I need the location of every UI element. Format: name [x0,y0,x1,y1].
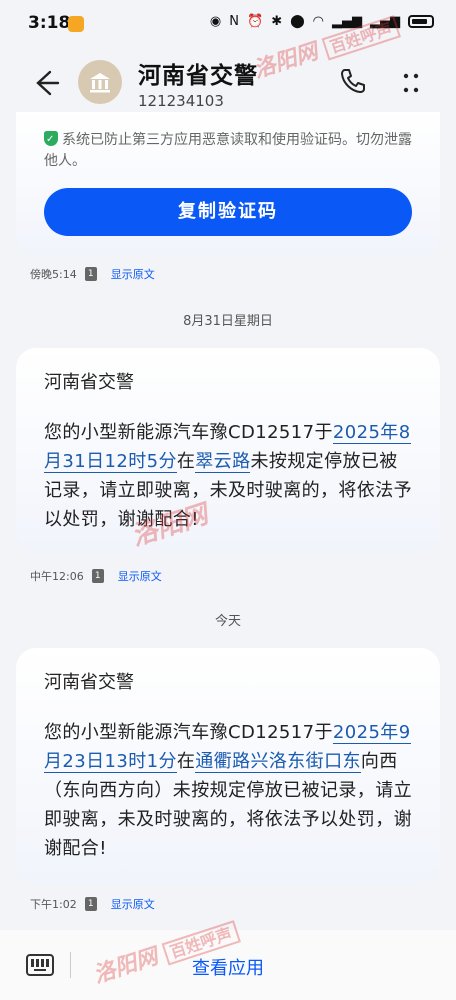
conversation-header: 河南省交警 121234103 [0,48,456,118]
message-meta-1: 傍晚5:14 1 显示原文 [30,266,155,282]
more-options-icon[interactable] [396,68,426,98]
wifi-icon: ◠ [312,14,324,29]
message-text: 您的小型新能源汽车豫CD12517于 [44,722,333,743]
alarm-icon: ⏰ [247,14,264,29]
sim-badge: 1 [84,267,97,281]
contact-number: 121234103 [138,92,224,110]
sim-badge: 1 [91,569,104,583]
location-link[interactable]: 通衢路兴洛东街口东 [195,751,361,773]
message-meta-2: 中午12:06 1 显示原文 [30,568,162,584]
message-bubble-parking-2[interactable]: 河南省交警 您的小型新能源汽车豫CD12517于2025年9月23日13时1分在… [16,648,440,884]
shield-check-icon [44,129,58,150]
security-note-text: 系统已防止第三方应用恶意读取和使用验证码。切勿泄露他人。 [44,132,412,169]
date-separator: 今天 [214,614,241,629]
status-bar: 3:18 ◉ N ⏰ ✱ ⬤ ◠ ▂▄▆ ▂▄▆ [0,0,456,48]
security-note: 系统已防止第三方应用恶意读取和使用验证码。切勿泄露他人。 [44,129,414,172]
message-time: 下午1:02 [30,898,77,911]
show-original-link[interactable]: 显示原文 [118,568,162,584]
message-meta-3: 下午1:02 1 显示原文 [30,896,155,912]
bluetooth-icon: ✱ [271,14,283,29]
bottom-bar: 查看应用 [0,930,456,1000]
copy-code-button[interactable]: 复制验证码 [44,188,412,236]
signal-2-icon: ▂▄▆ [370,14,400,29]
message-bubble-parking-1[interactable]: 河南省交警 您的小型新能源汽车豫CD12517于2025年8月31日12时5分在… [16,348,440,554]
nfc-icon: N [229,14,239,29]
view-app-button[interactable]: 查看应用 [0,954,456,980]
message-time: 傍晚5:14 [30,268,77,281]
message-body: 您的小型新能源汽车豫CD12517于2025年9月23日13时1分在通衢路兴洛东… [44,718,416,863]
location-icon: ⬤ [290,14,305,29]
government-building-icon [90,73,110,93]
message-bubble-verification[interactable]: 系统已防止第三方应用恶意读取和使用验证码。切勿泄露他人。 复制验证码 [16,112,440,256]
status-time: 3:18 [28,13,71,33]
message-sender: 河南省交警 [44,672,134,693]
back-arrow-icon[interactable] [28,66,62,100]
message-time: 中午12:06 [30,570,84,583]
notification-app-icon [68,16,84,32]
contact-avatar[interactable] [78,60,122,104]
status-icons: ◉ N ⏰ ✱ ⬤ ◠ ▂▄▆ ▂▄▆ [210,14,434,29]
message-text: 在 [176,451,196,472]
message-sender: 河南省交警 [44,372,134,393]
show-original-link[interactable]: 显示原文 [111,896,155,912]
message-text: 在 [176,751,196,772]
phone-icon[interactable] [338,66,368,96]
date-separator: 8月31日星期日 [183,314,273,329]
contact-name: 河南省交警 [138,63,258,89]
sim-badge: 1 [84,897,97,911]
location-link[interactable]: 翠云路 [195,451,251,473]
show-original-link[interactable]: 显示原文 [111,266,155,282]
eye-icon: ◉ [209,14,222,29]
message-text: 您的小型新能源汽车豫CD12517于 [44,422,333,443]
battery-icon [408,15,434,28]
message-body: 您的小型新能源汽车豫CD12517于2025年8月31日12时5分在翠云路未按规… [44,418,416,534]
signal-icon: ▂▄▆ [332,14,362,29]
